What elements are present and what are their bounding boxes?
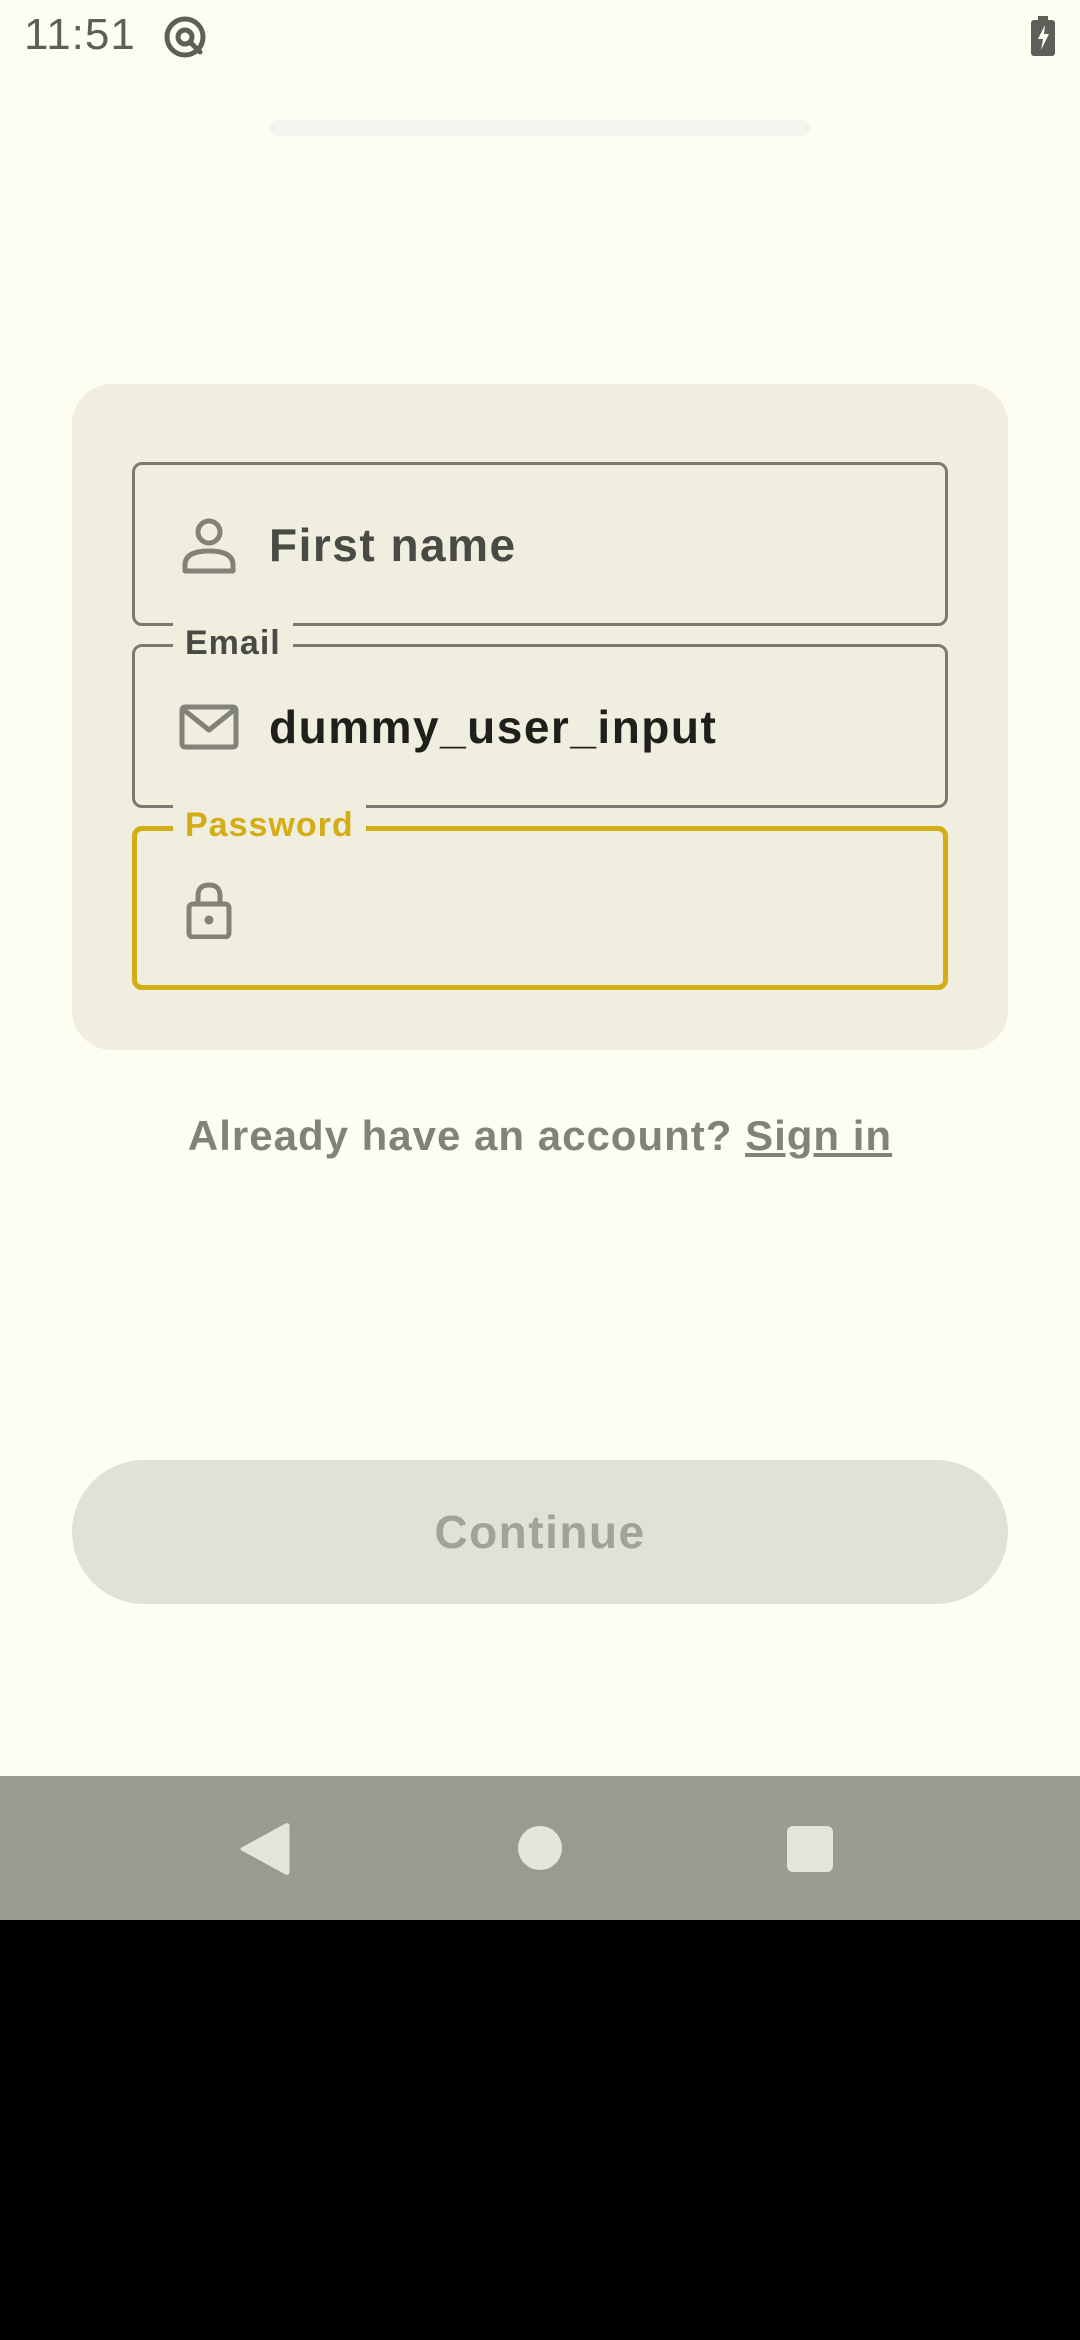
navigation-bar [0, 1776, 1080, 1920]
mail-icon [179, 704, 239, 750]
password-label: Password [173, 803, 366, 847]
password-field[interactable]: Password [132, 803, 948, 990]
at-sign-icon [164, 16, 206, 58]
email-value: dummy_user_input [269, 701, 718, 753]
person-icon [182, 518, 236, 574]
signup-screen: 11:51 First name Email dummy_user_input … [0, 0, 1080, 1776]
battery-charging-icon [1031, 16, 1055, 56]
continue-label: Continue [434, 1506, 646, 1558]
email-label: Email [173, 621, 293, 665]
status-time: 11:51 [24, 10, 136, 59]
recents-square-icon[interactable] [787, 1826, 833, 1872]
signin-prompt-row: Already have an account? Sign in [0, 1108, 1080, 1164]
back-triangle-icon[interactable] [238, 1822, 290, 1876]
signin-link[interactable]: Sign in [745, 1112, 892, 1159]
continue-button[interactable]: Continue [72, 1460, 1008, 1604]
signin-prompt: Already have an account? [187, 1112, 733, 1159]
email-field[interactable]: Email dummy_user_input [132, 621, 948, 808]
progress-bar [270, 120, 810, 136]
signup-form-card: First name Email dummy_user_input Passwo… [72, 384, 1008, 1050]
status-bar: 11:51 [0, 0, 1080, 72]
lock-icon [186, 882, 232, 939]
first-name-field[interactable]: First name [132, 462, 948, 626]
first-name-placeholder: First name [269, 519, 517, 571]
home-circle-icon[interactable] [518, 1826, 562, 1870]
